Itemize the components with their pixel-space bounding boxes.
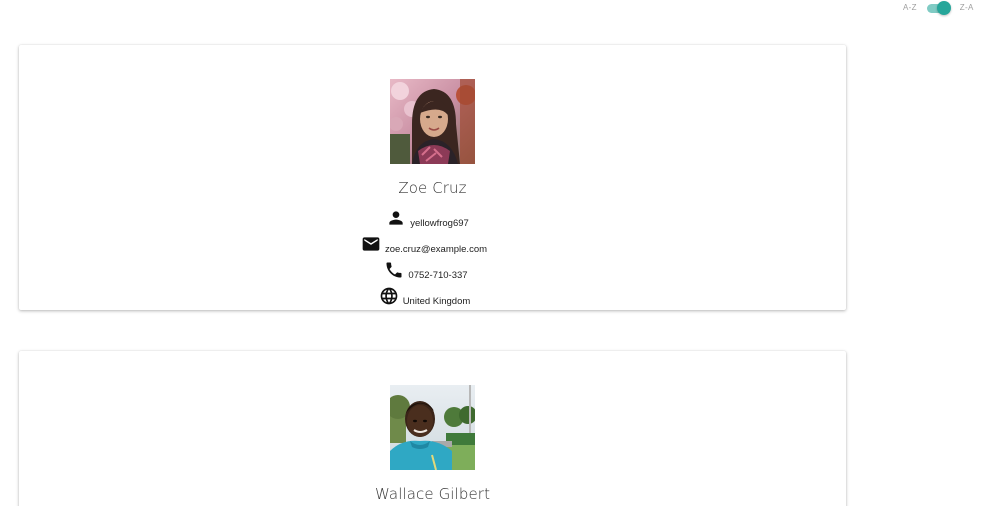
sort-switch[interactable] xyxy=(926,1,952,15)
country-text: United Kingdom xyxy=(402,296,471,307)
avatar xyxy=(390,79,475,164)
sort-order-toggle[interactable]: A-Z Z-A xyxy=(898,1,980,15)
username-row: yellowfrog697 xyxy=(19,208,846,229)
avatar-photo-zoe xyxy=(390,79,475,164)
email-row: zoe.cruz@example.com xyxy=(19,234,846,255)
person-icon xyxy=(389,211,403,225)
phone-icon xyxy=(386,262,402,278)
sort-az-label: A-Z xyxy=(903,3,917,12)
country-row: United Kingdom xyxy=(19,286,846,307)
email-text: zoe.cruz@example.com xyxy=(384,244,488,255)
avatar-photo-wallace xyxy=(390,385,475,470)
user-name: Wallace Gilbert xyxy=(374,485,491,503)
user-card: Wallace Gilbert xyxy=(19,351,846,506)
avatar xyxy=(390,385,475,470)
user-card: Zoe Cruz yellowfrog697 zoe.cruz@example.… xyxy=(19,45,846,310)
user-directory-page: A-Z Z-A Zoe Cruz yellowfrog697 zoe.cruz@… xyxy=(0,0,997,506)
globe-icon xyxy=(380,287,398,305)
username-text: yellowfrog697 xyxy=(410,218,469,229)
phone-row: 0752-710-337 xyxy=(19,260,846,281)
sort-za-label: Z-A xyxy=(959,3,974,12)
user-name: Zoe Cruz xyxy=(398,179,467,197)
phone-text: 0752-710-337 xyxy=(408,270,468,281)
mail-icon xyxy=(362,237,380,251)
sort-switch-thumb[interactable] xyxy=(936,1,951,15)
